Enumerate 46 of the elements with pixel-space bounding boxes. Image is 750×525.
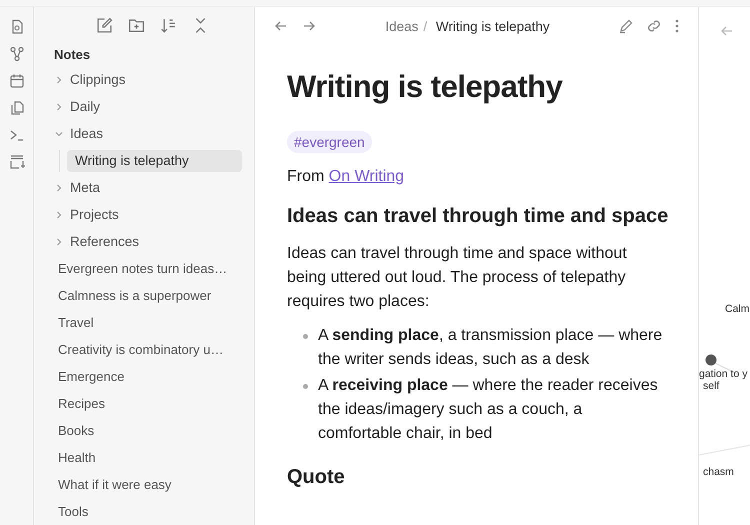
bullet-dot bbox=[303, 384, 308, 389]
folder-item[interactable]: Daily bbox=[54, 96, 242, 118]
source-label: From bbox=[287, 168, 324, 185]
section-heading: Quote bbox=[287, 466, 346, 489]
note-item[interactable]: What if it were easy bbox=[54, 474, 242, 496]
graph-node-label: self bbox=[703, 380, 720, 392]
note-item[interactable]: Health bbox=[54, 447, 242, 469]
folder-item[interactable]: Ideas bbox=[54, 123, 242, 145]
graph-icon[interactable] bbox=[8, 46, 24, 62]
graph-node-label: chasm bbox=[703, 466, 734, 478]
folder-item[interactable]: Projects bbox=[54, 204, 242, 226]
note-title: Writing is telepathy bbox=[287, 69, 564, 105]
note-item[interactable]: Tools bbox=[54, 501, 242, 523]
add-table-icon[interactable] bbox=[8, 154, 24, 170]
new-folder-icon[interactable] bbox=[128, 17, 144, 34]
breadcrumb-item[interactable]: Ideas bbox=[385, 18, 418, 34]
note-item[interactable]: Travel bbox=[54, 312, 242, 334]
note-item[interactable]: Books bbox=[54, 420, 242, 442]
note-item[interactable]: Creativity is combinatory u… bbox=[54, 339, 242, 361]
note-item[interactable]: Calmness is a superpower bbox=[54, 285, 242, 307]
note-item[interactable]: Writing is telepathy bbox=[67, 150, 242, 172]
tag-pill[interactable]: #evergreen bbox=[287, 131, 372, 153]
bullet-text: A receiving place — where the reader receives the ideas/imagery such as a couch, a comfortable chair, in bed bbox=[318, 376, 659, 444]
note-item[interactable]: Emergence bbox=[54, 366, 242, 388]
folder-item[interactable]: Meta bbox=[54, 177, 242, 199]
folder-item[interactable]: References bbox=[54, 231, 242, 253]
copy-icon[interactable] bbox=[8, 100, 24, 116]
folder-item[interactable]: Clippings bbox=[54, 69, 242, 91]
breadcrumb-item[interactable]: Writing is telepathy bbox=[436, 18, 550, 34]
more-options-icon[interactable] bbox=[674, 18, 680, 34]
paragraph-text: Ideas can travel through time and space without being uttered out loud. The process of telepathy requires two places: bbox=[287, 244, 628, 312]
breadcrumb-separator: / bbox=[423, 18, 428, 34]
graph-node-label: Calm bbox=[725, 303, 750, 315]
vault-heading: Notes bbox=[54, 46, 92, 64]
graph-node[interactable] bbox=[706, 354, 716, 366]
link-icon[interactable] bbox=[646, 18, 662, 34]
calendar-icon[interactable] bbox=[8, 73, 24, 89]
bullet-dot bbox=[303, 334, 308, 339]
sort-icon[interactable] bbox=[160, 17, 176, 34]
new-note-icon[interactable] bbox=[96, 17, 112, 34]
graph-node-label: gation to y bbox=[699, 368, 748, 380]
note-item[interactable]: Evergreen notes turn ideas… bbox=[54, 258, 242, 280]
source-link[interactable]: On Writing bbox=[328, 168, 404, 185]
note-item[interactable]: Recipes bbox=[54, 393, 242, 415]
pencil-icon[interactable] bbox=[618, 18, 634, 34]
section-heading: Ideas can travel through time and space bbox=[287, 205, 670, 228]
